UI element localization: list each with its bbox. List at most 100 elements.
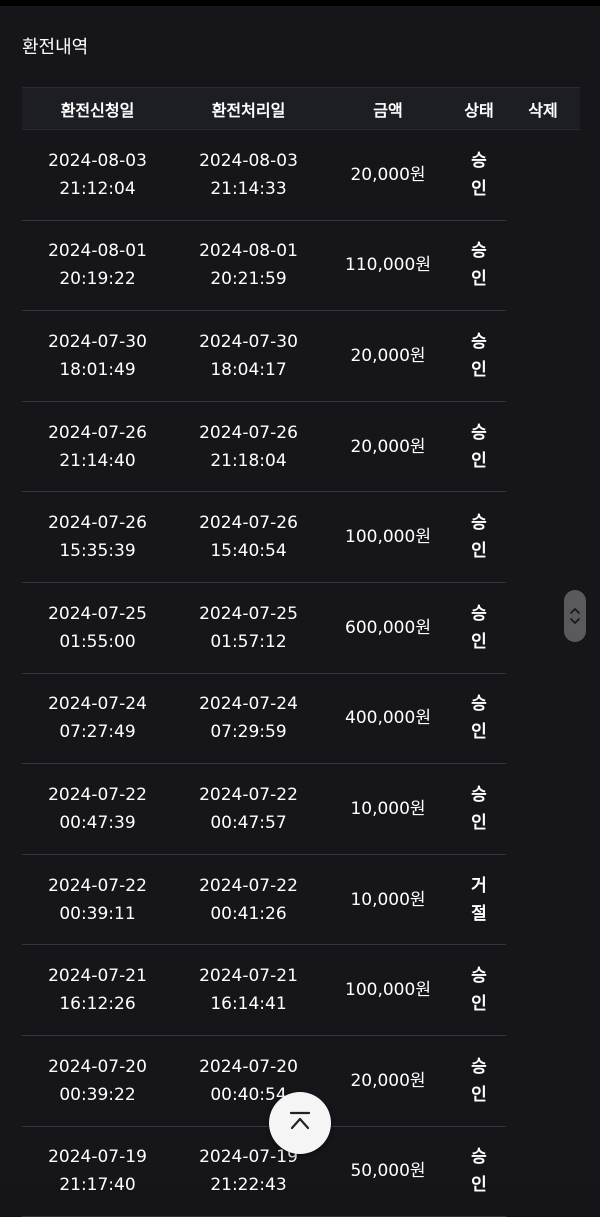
table-row: 2024-07-24 07:27:49 2024-07-24 07:29:59 400,…	[22, 674, 506, 765]
amount-cell: 20,000원	[350, 1070, 426, 1091]
request-time: 16:12:26	[59, 994, 136, 1015]
amount-cell: 10,000원	[350, 889, 426, 910]
amount-cell: 10,000원	[350, 798, 426, 819]
processed-date: 2024-07-22	[199, 875, 298, 896]
processed-datetime-cell: 2024-07-21 16:14:41	[173, 962, 324, 1018]
processed-date: 2024-08-03	[199, 150, 298, 171]
scroll-to-top-button[interactable]	[269, 1092, 331, 1154]
request-time: 01:55:00	[59, 631, 136, 652]
page-title: 환전내역	[22, 37, 89, 58]
request-date: 2024-08-01	[48, 241, 147, 262]
processed-time: 00:47:57	[210, 812, 287, 833]
table-row: 2024-07-21 16:12:26 2024-07-21 16:14:41 100,…	[22, 945, 506, 1036]
request-date: 2024-07-26	[48, 513, 147, 534]
request-time: 20:19:22	[59, 269, 136, 290]
table-row: 2024-07-26 21:14:40 2024-07-26 21:18:04 20,0…	[22, 402, 506, 493]
status-char-1: 승	[471, 603, 487, 624]
processed-datetime-cell: 2024-07-26 21:18:04	[173, 419, 324, 475]
status-char-2: 인	[471, 541, 487, 562]
status-char-1: 승	[471, 331, 487, 352]
processed-time: 20:21:59	[210, 269, 287, 290]
processed-datetime-cell: 2024-08-03 21:14:33	[173, 147, 324, 203]
status-char-1: 승	[471, 1056, 487, 1077]
processed-datetime-cell: 2024-07-22 00:41:26	[173, 872, 324, 928]
header-amount: 금액	[373, 100, 403, 120]
processed-datetime-cell: 2024-07-24 07:29:59	[173, 690, 324, 746]
request-datetime-cell: 2024-07-26 15:35:39	[22, 509, 173, 565]
request-datetime-cell: 2024-07-30 18:01:49	[22, 328, 173, 384]
request-datetime-cell: 2024-07-22 00:47:39	[22, 781, 173, 837]
status-char-2: 인	[471, 178, 487, 199]
status-badge: 승인	[452, 962, 506, 1018]
status-char-2: 인	[471, 1084, 487, 1105]
request-time: 21:12:04	[59, 178, 136, 199]
processed-date: 2024-07-21	[199, 966, 298, 987]
processed-datetime-cell: 2024-08-01 20:21:59	[173, 237, 324, 293]
processed-time: 01:57:12	[210, 631, 287, 652]
processed-date: 2024-07-30	[199, 331, 298, 352]
table-row: 2024-07-20 00:39:22 2024-07-20 00:40:54 20,0…	[22, 1036, 506, 1127]
table-body: 2024-08-03 21:12:04 2024-08-03 21:14:33 20,0…	[22, 130, 580, 1217]
request-datetime-cell: 2024-07-21 16:12:26	[22, 962, 173, 1018]
scroll-control[interactable]	[564, 590, 586, 642]
request-date: 2024-07-22	[48, 784, 147, 805]
status-badge: 승인	[452, 1143, 506, 1199]
status-char-2: 절	[471, 903, 487, 924]
chevron-up-icon[interactable]	[569, 606, 581, 616]
processed-date: 2024-07-20	[199, 1056, 298, 1077]
processed-date: 2024-07-26	[199, 513, 298, 534]
amount-cell: 100,000원	[345, 527, 431, 548]
table-row: 2024-07-22 00:47:39 2024-07-22 00:47:57 10,0…	[22, 764, 506, 855]
status-badge: 승인	[452, 600, 506, 656]
status-badge: 승인	[452, 509, 506, 565]
status-char-2: 인	[471, 359, 487, 380]
status-char-2: 인	[471, 450, 487, 471]
request-datetime-cell: 2024-07-24 07:27:49	[22, 690, 173, 746]
request-time: 15:35:39	[59, 541, 136, 562]
status-char-1: 승	[471, 694, 487, 715]
exchange-history-table: 환전신청일 환전처리일 금액 상태 삭제 2024-08-03 21:12:04 2…	[22, 87, 580, 1217]
status-char-1: 승	[471, 784, 487, 805]
request-date: 2024-07-30	[48, 331, 147, 352]
amount-cell: 110,000원	[345, 255, 431, 276]
request-time: 00:39:11	[59, 903, 136, 924]
status-char-1: 승	[471, 241, 487, 262]
status-char-1: 승	[471, 1147, 487, 1168]
processed-time: 21:14:33	[210, 178, 287, 199]
request-datetime-cell: 2024-07-25 01:55:00	[22, 600, 173, 656]
request-date: 2024-07-25	[48, 603, 147, 624]
processed-time: 21:18:04	[210, 450, 287, 471]
table-row: 2024-07-25 01:55:00 2024-07-25 01:57:12 600,…	[22, 583, 506, 674]
request-time: 00:39:22	[59, 1084, 136, 1105]
status-badge: 거절	[452, 872, 506, 928]
amount-cell: 600,000원	[345, 617, 431, 638]
table-row: 2024-08-03 21:12:04 2024-08-03 21:14:33 20,0…	[22, 130, 506, 221]
request-datetime-cell: 2024-07-20 00:39:22	[22, 1053, 173, 1109]
processed-datetime-cell: 2024-07-30 18:04:17	[173, 328, 324, 384]
request-datetime-cell: 2024-07-19 21:17:40	[22, 1143, 173, 1199]
processed-date: 2024-07-22	[199, 784, 298, 805]
processed-time: 18:04:17	[210, 359, 287, 380]
status-char-1: 거	[471, 875, 487, 896]
chevron-down-icon[interactable]	[569, 616, 581, 626]
status-char-1: 승	[471, 966, 487, 987]
processed-time: 00:41:26	[210, 903, 287, 924]
status-char-2: 인	[471, 1175, 487, 1196]
request-time: 07:27:49	[59, 722, 136, 743]
request-date: 2024-07-21	[48, 966, 147, 987]
status-char-2: 인	[471, 812, 487, 833]
processed-datetime-cell: 2024-07-22 00:47:57	[173, 781, 324, 837]
amount-cell: 100,000원	[345, 980, 431, 1001]
processed-date: 2024-07-25	[199, 603, 298, 624]
processed-date: 2024-07-24	[199, 694, 298, 715]
request-date: 2024-08-03	[48, 150, 147, 171]
status-badge: 승인	[452, 328, 506, 384]
request-datetime-cell: 2024-08-03 21:12:04	[22, 147, 173, 203]
header-status: 상태	[464, 100, 494, 120]
amount-cell: 50,000원	[350, 1161, 426, 1182]
processed-date: 2024-08-01	[199, 241, 298, 262]
amount-cell: 20,000원	[350, 164, 426, 185]
processed-time: 21:22:43	[210, 1175, 287, 1196]
status-badge: 승인	[452, 1053, 506, 1109]
table-row: 2024-07-19 21:17:40 2024-07-19 21:22:43 50,0…	[22, 1127, 506, 1217]
